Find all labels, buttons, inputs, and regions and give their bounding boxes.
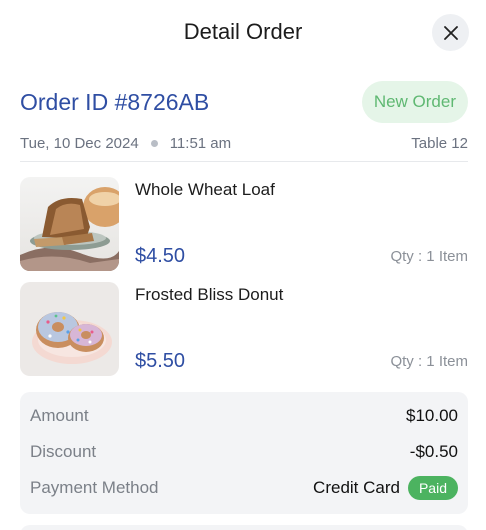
order-header: Order ID #8726AB New Order xyxy=(20,80,468,124)
amount-row: Amount $10.00 xyxy=(30,398,458,434)
order-date: Tue, 10 Dec 2024 xyxy=(20,134,139,152)
list-item[interactable]: Frosted Bliss Donut $5.50 Qty : 1 Item xyxy=(20,282,468,378)
item-name: Frosted Bliss Donut xyxy=(135,285,284,304)
close-button[interactable] xyxy=(432,14,469,51)
item-name: Whole Wheat Loaf xyxy=(135,180,275,199)
payment-method-row: Payment Method Credit Card Paid xyxy=(30,470,458,506)
header: Detail Order xyxy=(0,0,486,64)
item-qty: Qty : 1 Item xyxy=(390,353,468,370)
bread-image xyxy=(20,177,119,271)
donut-image xyxy=(20,282,119,376)
discount-label: Discount xyxy=(30,442,97,461)
item-qty: Qty : 1 Item xyxy=(390,248,468,265)
payment-summary: Amount $10.00 Discount -$0.50 Payment Me… xyxy=(20,392,468,514)
discount-row: Discount -$0.50 xyxy=(30,434,458,470)
amount-label: Amount xyxy=(30,406,89,425)
next-section-card xyxy=(20,525,468,530)
close-icon xyxy=(443,25,458,40)
order-time: 11:51 am xyxy=(169,134,232,152)
paid-badge: Paid xyxy=(407,476,458,500)
payment-method-label: Payment Method xyxy=(30,478,159,497)
item-price: $5.50 xyxy=(135,350,186,372)
list-item[interactable]: Whole Wheat Loaf $4.50 Qty : 1 Item xyxy=(20,177,468,273)
order-meta: Tue, 10 Dec 2024 11:51 am Table 12 xyxy=(20,133,468,153)
payment-method-value: Credit Card xyxy=(313,478,400,497)
status-badge: New Order xyxy=(361,81,468,123)
discount-value: -$0.50 xyxy=(409,442,458,461)
order-id: Order ID #8726AB xyxy=(20,88,210,115)
amount-value: $10.00 xyxy=(406,406,458,425)
separator-dot xyxy=(150,139,158,147)
divider xyxy=(20,161,468,162)
item-price: $4.50 xyxy=(135,245,186,267)
page-title: Detail Order xyxy=(183,19,303,44)
table-number: Table 12 xyxy=(411,134,468,152)
